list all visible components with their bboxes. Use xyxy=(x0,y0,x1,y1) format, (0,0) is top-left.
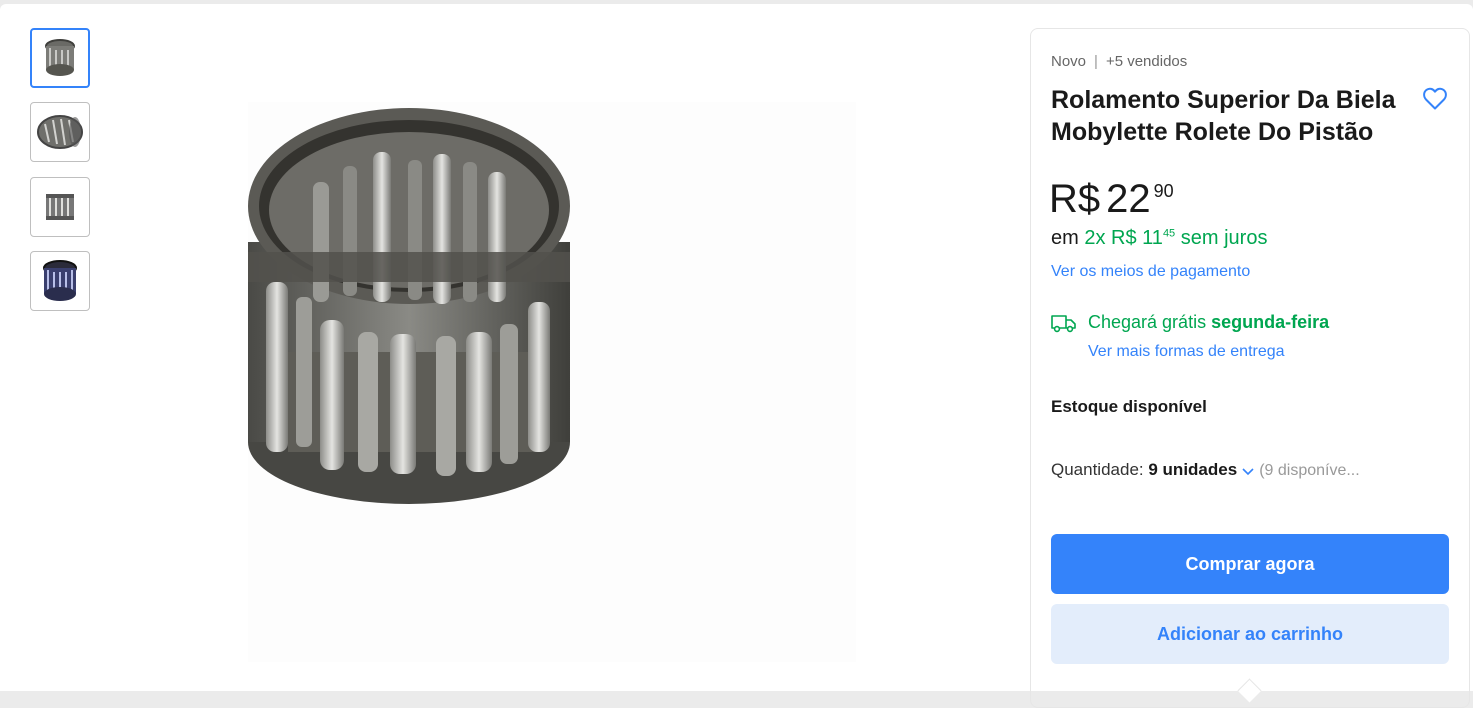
condition: Novo xyxy=(1051,53,1087,70)
installments-amount: 2x R$ 1145 sem juros xyxy=(1084,227,1267,249)
installments-suffix: sem juros xyxy=(1180,227,1268,249)
add-to-cart-button[interactable]: Adicionar ao carrinho xyxy=(1051,604,1449,664)
shipping-text: Chegará grátis xyxy=(1088,312,1207,332)
sold-count: +5 vendidos xyxy=(1105,53,1188,70)
heart-icon[interactable] xyxy=(1421,84,1449,112)
thumbnail-2[interactable] xyxy=(30,102,90,162)
product-main-image[interactable] xyxy=(248,102,856,662)
separator: | xyxy=(1094,53,1098,70)
thumbnail-1[interactable] xyxy=(30,28,90,88)
shipping-info: Chegará grátis segunda-feira xyxy=(1088,312,1329,333)
thumbnail-3[interactable] xyxy=(30,177,90,237)
price: R$ 22 90 xyxy=(1049,177,1174,222)
quantity-value: 9 unidades xyxy=(1148,460,1238,479)
quantity-available: (9 disponíve... xyxy=(1259,462,1360,479)
condition-sold: Novo | +5 vendidos xyxy=(1051,53,1187,70)
price-integer: 22 xyxy=(1106,177,1151,221)
installments-prefix: em xyxy=(1051,227,1079,249)
bearing-thumbnail-icon xyxy=(43,260,77,301)
product-page: Novo | +5 vendidos Rolamento Superior Da B… xyxy=(0,4,1473,708)
installments-cents: 45 xyxy=(1162,227,1176,240)
bearing-image xyxy=(248,108,570,504)
bearing-thumbnail-icon xyxy=(45,39,75,76)
chevron-down-icon xyxy=(1242,467,1254,475)
bearing-thumbnail-icon xyxy=(46,194,74,220)
shipping-options-link[interactable]: Ver mais formas de entrega xyxy=(1088,343,1285,361)
shipping-day: segunda-feira xyxy=(1211,312,1330,332)
thumbnail-4[interactable] xyxy=(30,251,90,311)
price-currency: R$ xyxy=(1049,177,1101,221)
quantity-label: Quantidade: xyxy=(1051,460,1144,479)
stock-status: Estoque disponível xyxy=(1051,397,1207,416)
buy-box: Novo | +5 vendidos Rolamento Superior Da B… xyxy=(1030,28,1470,708)
quantity-selector[interactable]: Quantidade: 9 unidades (9 disponíve... xyxy=(1051,460,1360,480)
product-title: Rolamento Superior Da Biela Mobylette Ro… xyxy=(1051,86,1396,146)
installments-count: 2x R$ 11 xyxy=(1084,227,1163,249)
installments: em 2x R$ 1145 sem juros xyxy=(1051,227,1267,250)
price-cents: 90 xyxy=(1153,181,1174,201)
truck-icon xyxy=(1051,315,1076,333)
bearing-thumbnail-icon xyxy=(37,115,83,149)
payment-methods-link[interactable]: Ver os meios de pagamento xyxy=(1051,263,1250,281)
buy-now-button[interactable]: Comprar agora xyxy=(1051,534,1449,594)
